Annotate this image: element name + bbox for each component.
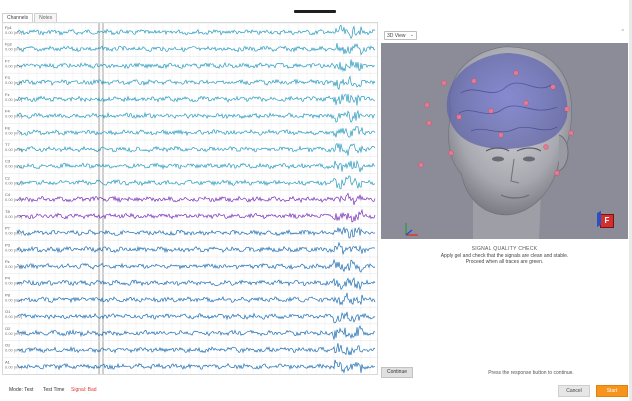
drag-handle[interactable]	[294, 10, 336, 13]
eeg-trace	[16, 208, 376, 223]
eeg-trace	[16, 192, 376, 205]
channel-scale: 0.00 [mV]	[5, 364, 22, 369]
eeg-trace	[16, 343, 376, 356]
3d-viewport[interactable]: F	[381, 43, 628, 239]
eeg-trace	[16, 311, 376, 324]
axes-gizmo-icon	[405, 223, 418, 236]
eeg-trace	[16, 325, 376, 340]
tab-channels[interactable]: Channels	[2, 13, 34, 22]
electrode-marker[interactable]	[543, 144, 549, 150]
view-mode-value: 3D View	[387, 33, 406, 39]
status-mode: Mode: Test	[9, 387, 34, 393]
head-model-panel: 3D View ⌄ ˆ F SIGNAL QUALITY CHECK Apply…	[381, 27, 628, 380]
right-eye	[523, 156, 535, 162]
electrode-marker[interactable]	[426, 120, 432, 126]
eeg-trace	[16, 109, 376, 123]
eeg-trace	[17, 126, 376, 138]
channel-scale: 0.00 [mV]	[5, 130, 22, 135]
electrode-marker[interactable]	[564, 106, 570, 112]
channel-scale: 0.00 [mV]	[5, 180, 22, 185]
channel-scale: 0.00 [mV]	[5, 63, 22, 68]
channel-scale: 0.00 [mV]	[5, 47, 22, 52]
electrode-marker[interactable]	[498, 132, 504, 138]
eeg-trace	[16, 241, 376, 255]
channel-scale: 0.00 [mV]	[5, 80, 22, 85]
channel-scale: 0.00 [mV]	[5, 147, 22, 152]
head-model	[418, 46, 574, 239]
eeg-trace	[16, 59, 376, 72]
electrode-marker[interactable]	[441, 80, 447, 86]
tab-notes[interactable]: Notes	[34, 13, 58, 22]
eeg-trace-panel[interactable]: Fp1 0.00 [mV] Fp2 0.00 [mV] F7 0.00 [mV] F3 0.0…	[2, 22, 378, 375]
electrode-marker[interactable]	[554, 170, 560, 176]
continue-hint: Press the response button to continue.	[488, 370, 574, 376]
channel-scale: 0.00 [mV]	[5, 297, 22, 302]
channel-scale: 0.00 [mV]	[5, 214, 22, 219]
channel-scale: 0.00 [mV]	[5, 97, 22, 102]
eeg-trace	[16, 359, 376, 374]
electrode-marker[interactable]	[471, 78, 477, 84]
channel-scale: 0.00 [mV]	[5, 164, 22, 169]
channel-scale: 0.00 [mV]	[5, 30, 22, 35]
signal-quality-title: SIGNAL QUALITY CHECK	[471, 246, 538, 252]
chevron-down-icon: ⌄	[409, 32, 414, 38]
channel-scale: 0.00 [mV]	[5, 264, 22, 269]
tab-bar: Channels Notes	[2, 13, 58, 22]
cancel-button[interactable]: Cancel	[558, 385, 590, 397]
front-face-badge-icon[interactable]: F	[600, 214, 614, 228]
channel-scale: 0.00 [mV]	[5, 197, 22, 202]
electrode-marker[interactable]	[448, 150, 454, 156]
eeg-trace	[16, 175, 376, 190]
electrode-marker[interactable]	[456, 114, 462, 120]
signal-quality-instruction-2: Proceed when all traces are green.	[465, 259, 544, 265]
channel-scale: 0.00 [mV]	[5, 231, 22, 236]
electrode-marker[interactable]	[488, 108, 494, 114]
eeg-trace	[16, 226, 376, 239]
electrode-marker[interactable]	[513, 70, 519, 76]
electrode-marker[interactable]	[523, 100, 529, 106]
left-eye	[492, 156, 504, 162]
eeg-trace	[16, 24, 376, 39]
status-signal: Signal: Bad	[71, 387, 97, 393]
eeg-trace	[16, 142, 376, 156]
status-bar: Mode: Test Test Time Signal: Bad	[0, 383, 632, 397]
view-mode-select[interactable]: 3D View ⌄	[384, 31, 417, 40]
window-topbar	[0, 0, 632, 13]
chevron-up-icon[interactable]: ˆ	[622, 30, 624, 37]
eeg-trace	[16, 277, 376, 291]
channel-scale: 0.00 [mV]	[5, 348, 22, 353]
eeg-trace	[16, 159, 376, 173]
electrode-marker[interactable]	[568, 130, 574, 136]
electrode-marker[interactable]	[418, 162, 424, 168]
electrode-marker[interactable]	[550, 84, 556, 90]
continue-button[interactable]: Continue	[381, 367, 413, 378]
eeg-trace	[16, 258, 376, 273]
eeg-trace	[16, 292, 376, 306]
eeg-trace	[16, 43, 376, 56]
electrode-marker[interactable]	[424, 102, 430, 108]
channel-scale: 0.00 [mV]	[5, 314, 22, 319]
channel-scale: 0.00 [mV]	[5, 114, 22, 119]
eeg-traces: Fp10.00 [mV]Fp20.00 [mV]F70.00 [mV]F30.0…	[3, 23, 377, 374]
start-button[interactable]: Start	[596, 385, 628, 397]
status-test-time: Test Time	[43, 387, 65, 393]
channel-scale: 0.00 [mV]	[5, 281, 22, 286]
eeg-trace	[16, 75, 376, 90]
channel-scale: 0.00 [mV]	[5, 247, 22, 252]
eeg-trace	[16, 93, 376, 106]
channel-scale: 0.00 [mV]	[5, 331, 22, 336]
